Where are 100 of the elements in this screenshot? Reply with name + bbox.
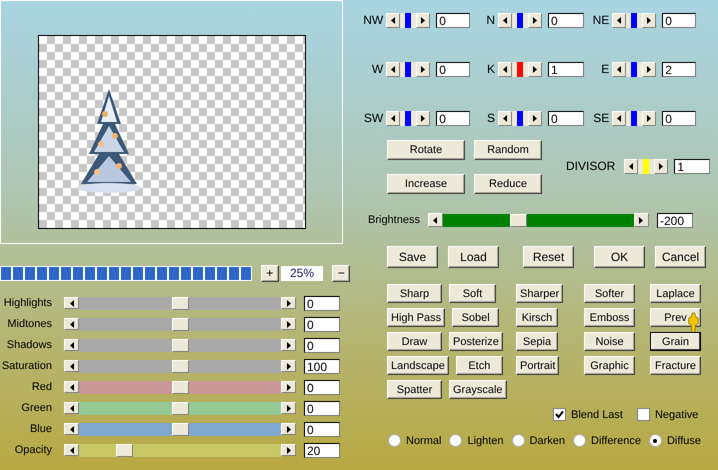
scroll-right-button[interactable] [281,318,296,330]
matrix-action-button[interactable]: Random [474,140,542,160]
value-field[interactable]: 0 [304,422,340,436]
matrix-action-button[interactable]: Rotate [387,140,465,160]
radio-button[interactable] [573,434,586,447]
slider-thumb[interactable] [631,110,638,126]
scroll-right-button[interactable] [281,339,296,351]
value-field[interactable]: 100 [304,358,340,374]
matrix-value-field[interactable]: 0 [662,12,696,28]
scroll-right-button[interactable] [281,423,296,435]
matrix-value-field[interactable]: 2 [662,62,696,76]
scroll-left-button[interactable] [64,318,79,330]
slider-thumb[interactable] [517,62,523,76]
value-field[interactable]: 0 [304,316,340,332]
preset-button[interactable]: Sharper [516,284,564,303]
matrix-value-field[interactable]: 0 [548,12,584,28]
scroll-left-button[interactable] [64,297,79,309]
scroll-left-button[interactable] [428,213,443,227]
matrix-value-field[interactable]: 0 [436,110,470,126]
slider-thumb[interactable] [631,12,638,28]
scroll-left-button[interactable] [386,62,400,76]
preset-button[interactable]: Etch [456,356,503,375]
scroll-right-button[interactable] [416,12,430,28]
preset-button[interactable]: Spatter [387,380,442,399]
matrix-slider[interactable] [400,110,416,126]
slider-thumb[interactable] [172,296,188,310]
slider-thumb[interactable] [631,62,638,76]
radio-button[interactable] [512,434,525,447]
slider-thumb[interactable] [172,402,188,414]
radio-button[interactable] [648,434,662,447]
scroll-right-button[interactable] [281,402,296,414]
slider-thumb[interactable] [172,338,188,352]
preset-button[interactable]: Draw [387,332,442,351]
slider-thumb[interactable] [405,12,412,28]
scroll-left-button[interactable] [64,381,79,393]
dialog-button[interactable]: OK [594,246,645,268]
slider-thumb[interactable] [172,380,188,394]
slider-thumb[interactable] [172,360,188,372]
scroll-right-button[interactable] [654,158,668,174]
scroll-left-button[interactable] [498,12,512,28]
scroll-right-button[interactable] [642,62,656,76]
zoom-out-button[interactable]: − [332,264,350,282]
checkbox[interactable] [636,408,650,421]
slider-thumb[interactable] [405,110,412,126]
preset-button[interactable]: Grayscale [449,380,507,399]
preset-button[interactable]: Sobel [452,308,500,327]
scroll-left-button[interactable] [612,62,626,76]
scroll-right-button[interactable] [528,12,542,28]
slider-thumb[interactable] [517,12,523,28]
slider-thumb[interactable] [405,62,412,76]
scroll-right-button[interactable] [634,213,649,227]
slider-thumb[interactable] [116,444,133,456]
slider-thumb[interactable] [510,214,527,226]
preset-button[interactable]: High Pass [387,308,446,327]
divisor-slider[interactable] [638,158,654,174]
scroll-right-button[interactable] [281,381,296,393]
scroll-left-button[interactable] [64,360,79,372]
matrix-slider[interactable] [626,12,642,28]
preset-button[interactable]: Fracture [650,356,701,375]
scroll-right-button[interactable] [416,110,430,126]
matrix-slider[interactable] [626,110,642,126]
matrix-slider[interactable] [400,62,416,76]
value-field[interactable]: 0 [304,380,340,394]
matrix-slider[interactable] [512,12,528,28]
slider-thumb[interactable] [643,158,650,174]
scroll-right-button[interactable] [642,110,656,126]
preset-button[interactable]: Emboss [584,308,635,327]
scroll-left-button[interactable] [64,402,79,414]
dialog-button[interactable]: Cancel [655,246,706,268]
matrix-action-button[interactable]: Reduce [474,174,542,194]
value-field[interactable]: 20 [304,442,340,458]
scroll-left-button[interactable] [624,158,638,174]
preset-button[interactable]: Kirsch [516,308,558,327]
scroll-right-button[interactable] [528,62,542,76]
scroll-left-button[interactable] [612,12,626,28]
scroll-left-button[interactable] [612,110,626,126]
matrix-value-field[interactable]: 0 [548,110,584,126]
matrix-value-field[interactable]: 0 [662,110,696,126]
scroll-left-button[interactable] [498,110,512,126]
dialog-button[interactable]: Load [448,246,499,268]
scroll-right-button[interactable] [281,360,296,372]
slider-thumb[interactable] [172,318,188,330]
preset-button[interactable]: Sepia [516,332,558,351]
preset-button[interactable]: Soft [449,284,496,303]
value-field[interactable]: 0 [304,338,340,352]
preset-button[interactable]: Grain [650,332,701,351]
scroll-left-button[interactable] [498,62,512,76]
preset-button[interactable]: Noise [584,332,635,351]
scroll-right-button[interactable] [642,12,656,28]
scroll-left-button[interactable] [64,444,79,456]
scroll-right-button[interactable] [281,297,296,309]
scroll-right-button[interactable] [528,110,542,126]
scroll-left-button[interactable] [386,110,400,126]
dialog-button[interactable]: Save [387,246,438,268]
divisor-field[interactable]: 1 [674,158,710,174]
matrix-slider[interactable] [512,110,528,126]
scroll-left-button[interactable] [64,423,79,435]
radio-button[interactable] [388,434,401,447]
matrix-value-field[interactable]: 1 [548,62,584,76]
preset-button[interactable]: Graphic [584,356,635,375]
